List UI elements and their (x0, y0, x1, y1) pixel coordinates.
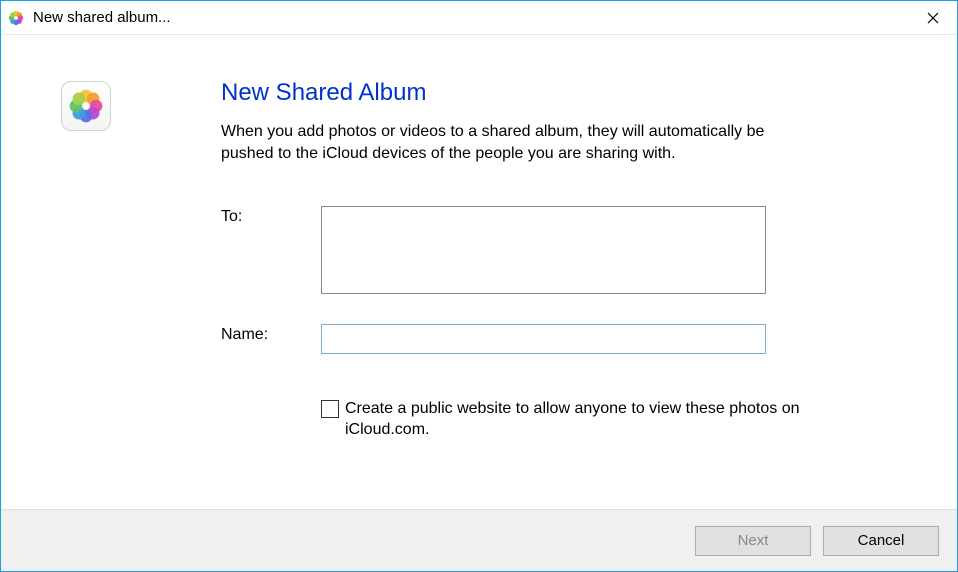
icon-column (61, 79, 221, 489)
to-input[interactable] (321, 206, 766, 294)
content-area: New Shared Album When you add photos or … (1, 35, 957, 509)
to-label: To: (221, 206, 321, 226)
page-heading: New Shared Album (221, 79, 897, 107)
main-column: New Shared Album When you add photos or … (221, 79, 897, 489)
titlebar: New shared album... (1, 1, 957, 35)
next-button[interactable]: Next (695, 526, 811, 556)
new-shared-album-window: New shared album... (0, 0, 958, 572)
name-input[interactable] (321, 324, 766, 354)
close-button[interactable] (909, 1, 957, 35)
footer: Next Cancel (1, 509, 957, 571)
public-website-checkbox[interactable] (321, 400, 339, 418)
page-description: When you add photos or videos to a share… (221, 121, 781, 166)
name-row: Name: (221, 324, 897, 354)
photos-app-icon (61, 81, 111, 131)
photos-app-icon-small (7, 9, 25, 27)
name-label: Name: (221, 324, 321, 344)
public-website-row: Create a public website to allow anyone … (321, 398, 897, 441)
to-row: To: (221, 206, 897, 294)
cancel-button[interactable]: Cancel (823, 526, 939, 556)
window-title: New shared album... (33, 9, 171, 26)
public-website-label: Create a public website to allow anyone … (345, 398, 885, 441)
close-icon (927, 12, 939, 24)
